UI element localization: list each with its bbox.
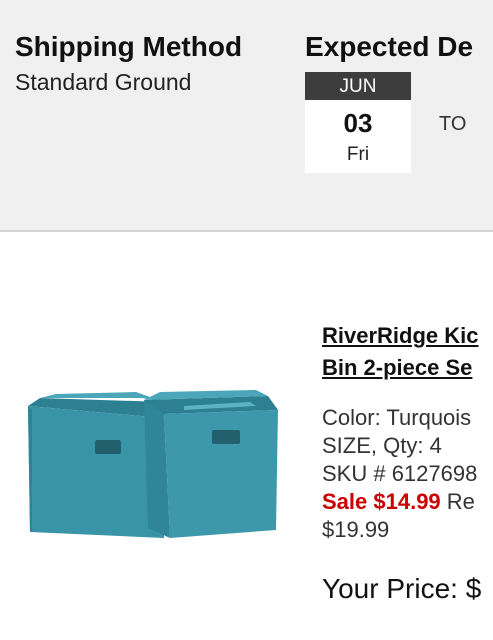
product-color: Color: Turquois: [322, 405, 472, 430]
left-bin-shape: [28, 392, 164, 538]
product-name-line-1[interactable]: RiverRidge Kic: [322, 320, 493, 352]
shipping-summary-panel: Shipping Method Standard Ground Expected…: [0, 0, 493, 232]
product-name-line-2[interactable]: Bin 2-piece Se: [322, 352, 493, 384]
product-size-qty: SIZE, Qty: 4: [322, 433, 442, 458]
sale-price: Sale $14.99: [322, 489, 441, 514]
shipping-method-heading: Shipping Method: [15, 31, 243, 62]
delivery-date-calendar: JUN 03 Fri: [305, 72, 411, 173]
product-image[interactable]: [24, 390, 284, 550]
regular-price-label: Re: [440, 489, 475, 514]
date-range-to-label: TO: [439, 113, 467, 135]
product-name-link[interactable]: RiverRidge Kic Bin 2-piece Se: [322, 320, 493, 384]
order-item-screen: Shipping Method Standard Ground Expected…: [0, 0, 493, 640]
product-sku: SKU # 6127698: [322, 461, 478, 486]
regular-price-value: $19.99: [322, 517, 390, 542]
calendar-weekday: Fri: [346, 144, 370, 165]
price-line: Sale $14.99 Re: [322, 488, 493, 516]
your-price: Your Price: $: [322, 573, 482, 604]
right-bin-shape: [144, 390, 278, 538]
product-details: Color: Turquois SIZE, Qty: 4 SKU # 61276…: [322, 404, 493, 544]
shipping-method-value: Standard Ground: [15, 69, 192, 95]
calendar-month: JUN: [305, 72, 411, 100]
calendar-day: 03: [343, 108, 373, 138]
expected-delivery-heading: Expected De: [305, 31, 474, 62]
